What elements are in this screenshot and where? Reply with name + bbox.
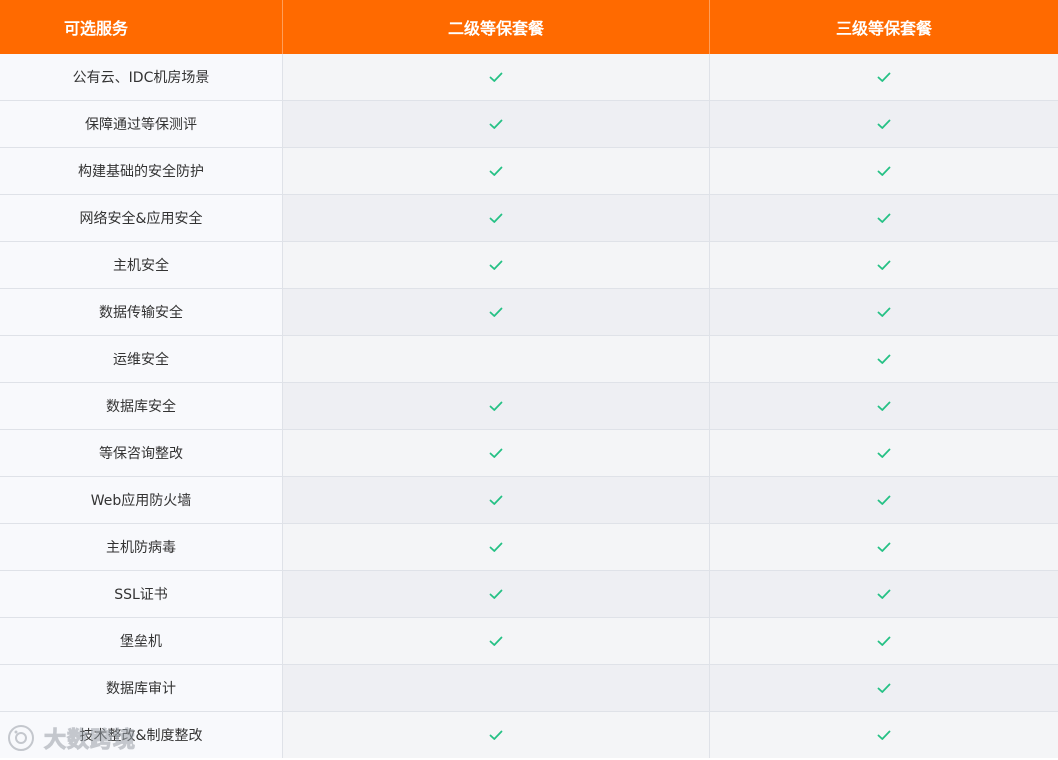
service-name: 运维安全 [0,336,283,382]
table-row: 公有云、IDC机房场景 [0,54,1058,101]
check-icon [877,72,891,82]
service-name: 保障通过等保测评 [0,101,283,147]
check-icon [877,401,891,411]
table-row: 等保咨询整改 [0,430,1058,477]
check-icon [489,307,503,317]
level2-cell [283,54,710,100]
table-row: SSL证书 [0,571,1058,618]
check-icon [489,448,503,458]
table-header: 可选服务 二级等保套餐 三级等保套餐 [0,0,1058,54]
level3-cell [710,101,1058,147]
check-icon [877,166,891,176]
table-row: Web应用防火墙 [0,477,1058,524]
level3-cell [710,336,1058,382]
level2-cell [283,477,710,523]
level2-cell [283,712,710,758]
check-icon [877,307,891,317]
level2-cell [283,336,710,382]
service-name: 数据传输安全 [0,289,283,335]
level2-cell [283,524,710,570]
table-row: 运维安全 [0,336,1058,383]
service-comparison-table: 可选服务 二级等保套餐 三级等保套餐 公有云、IDC机房场景 保障通过等保测评 构建… [0,0,1058,760]
service-name: 数据库安全 [0,383,283,429]
level3-cell [710,571,1058,617]
check-icon [489,636,503,646]
level2-cell [283,430,710,476]
service-name: 构建基础的安全防护 [0,148,283,194]
check-icon [877,260,891,270]
check-icon [489,72,503,82]
check-icon [877,542,891,552]
level3-cell [710,242,1058,288]
service-name: 主机防病毒 [0,524,283,570]
check-icon [489,260,503,270]
check-icon [489,401,503,411]
level3-cell [710,195,1058,241]
check-icon [877,495,891,505]
service-name: 主机安全 [0,242,283,288]
level3-cell [710,712,1058,758]
service-name: SSL证书 [0,571,283,617]
level2-cell [283,148,710,194]
check-icon [877,636,891,646]
service-name: Web应用防火墙 [0,477,283,523]
check-icon [489,542,503,552]
check-icon [877,589,891,599]
level2-cell [283,571,710,617]
check-icon [877,119,891,129]
level3-cell [710,477,1058,523]
level3-cell [710,430,1058,476]
level3-cell [710,148,1058,194]
level2-cell [283,101,710,147]
table-row: 数据传输安全 [0,289,1058,336]
service-name: 网络安全&应用安全 [0,195,283,241]
check-icon [489,730,503,740]
check-icon [489,166,503,176]
level2-cell [283,289,710,335]
level3-cell [710,383,1058,429]
header-service: 可选服务 [0,0,283,54]
table-row: 数据库安全 [0,383,1058,430]
level3-cell [710,54,1058,100]
check-icon [877,730,891,740]
header-level3-package: 三级等保套餐 [835,19,932,38]
level2-cell [283,242,710,288]
table-row: 主机安全 [0,242,1058,289]
service-name: 数据库审计 [0,665,283,711]
level3-cell [710,618,1058,664]
check-icon [877,213,891,223]
service-name: 等保咨询整改 [0,430,283,476]
table-row: 构建基础的安全防护 [0,148,1058,195]
table-row: 主机防病毒 [0,524,1058,571]
table-row: 堡垒机 [0,618,1058,665]
level3-cell [710,524,1058,570]
table-row: 技术整改&制度整改 [0,712,1058,758]
table-row: 网络安全&应用安全 [0,195,1058,242]
check-icon [877,683,891,693]
level3-cell [710,289,1058,335]
check-icon [489,213,503,223]
check-icon [489,495,503,505]
level2-cell [283,665,710,711]
table-row: 保障通过等保测评 [0,101,1058,148]
level2-cell [283,383,710,429]
service-name: 技术整改&制度整改 [0,712,283,758]
check-icon [877,448,891,458]
check-icon [489,119,503,129]
table-body: 公有云、IDC机房场景 保障通过等保测评 构建基础的安全防护 网络安全&应用安全 主机安… [0,54,1058,758]
level2-cell [283,618,710,664]
service-name: 公有云、IDC机房场景 [0,54,283,100]
table-row: 数据库审计 [0,665,1058,712]
header-level2-package: 二级等保套餐 [283,0,710,54]
check-icon [489,589,503,599]
level3-cell [710,665,1058,711]
check-icon [877,354,891,364]
level2-cell [283,195,710,241]
service-name: 堡垒机 [0,618,283,664]
